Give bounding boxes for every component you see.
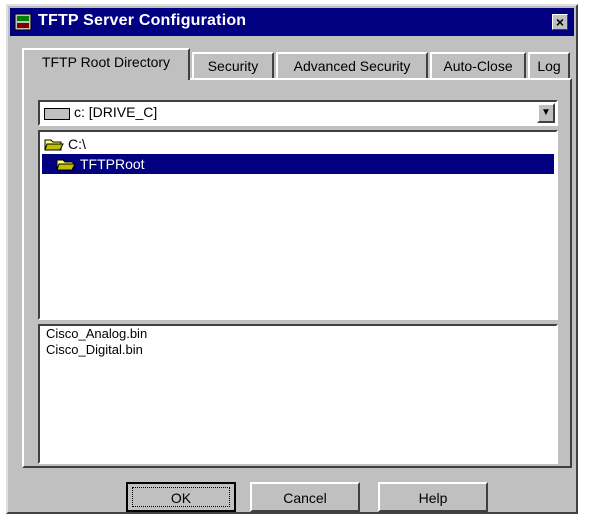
- directory-label: C:\: [68, 136, 86, 152]
- ok-button[interactable]: OK: [126, 482, 236, 512]
- cancel-button[interactable]: Cancel: [250, 482, 360, 512]
- title-bar[interactable]: TFTP Server Configuration ×: [10, 8, 574, 36]
- file-list[interactable]: Cisco_Analog.bin Cisco_Digital.bin: [38, 324, 558, 464]
- chevron-down-icon[interactable]: ▼: [537, 103, 555, 123]
- list-item[interactable]: Cisco_Digital.bin: [40, 342, 556, 358]
- close-button[interactable]: ×: [552, 14, 568, 30]
- list-item-selected[interactable]: TFTPRoot: [42, 154, 554, 174]
- tab-panel: c: [DRIVE_C] ▼ C:\ TFTPRoot Cisco_Analog…: [22, 78, 572, 468]
- directory-label: TFTPRoot: [80, 156, 145, 172]
- folder-open-icon: [44, 139, 64, 151]
- button-bar: OK Cancel Help: [8, 482, 580, 522]
- tab-strip: TFTP Root Directory Security Advanced Se…: [22, 48, 572, 80]
- tftp-config-dialog: TFTP Server Configuration × TFTP Root Di…: [6, 4, 578, 514]
- list-item[interactable]: Cisco_Analog.bin: [40, 326, 556, 342]
- tab-tftp-root-directory[interactable]: TFTP Root Directory: [22, 48, 190, 80]
- directory-list[interactable]: C:\ TFTPRoot: [38, 130, 558, 320]
- tab-security[interactable]: Security: [192, 52, 274, 78]
- help-button[interactable]: Help: [378, 482, 488, 512]
- drive-icon: [44, 108, 70, 120]
- tab-advanced-security[interactable]: Advanced Security: [276, 52, 428, 78]
- app-icon: [14, 13, 32, 31]
- tab-auto-close[interactable]: Auto-Close: [430, 52, 526, 78]
- tab-log[interactable]: Log: [528, 52, 570, 78]
- folder-open-icon: [56, 159, 76, 171]
- drive-label: c: [DRIVE_C]: [74, 104, 158, 120]
- drive-select[interactable]: c: [DRIVE_C] ▼: [38, 100, 558, 126]
- window-title: TFTP Server Configuration: [38, 12, 247, 29]
- list-item[interactable]: C:\: [44, 134, 344, 154]
